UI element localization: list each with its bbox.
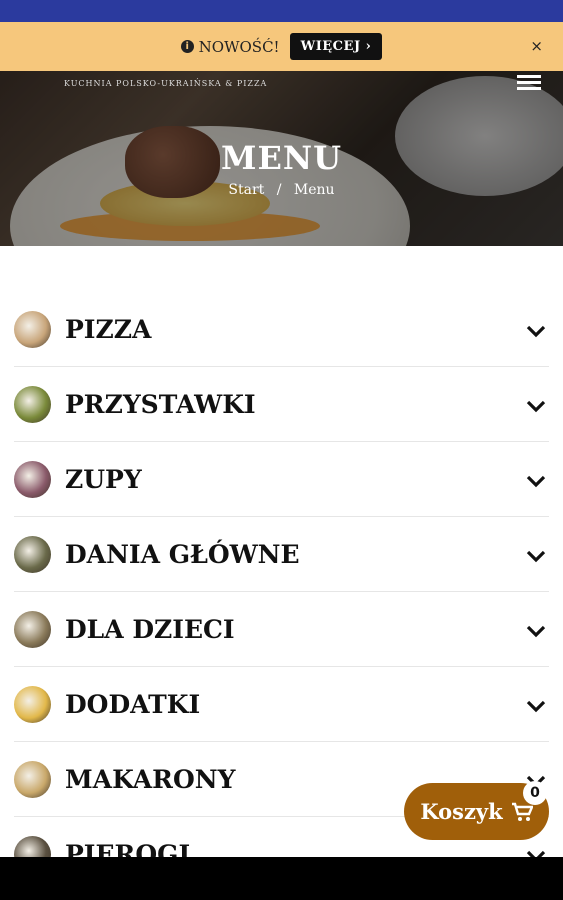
category-thumbnail bbox=[14, 685, 51, 723]
category-thumbnail bbox=[14, 610, 51, 648]
cart-icon bbox=[511, 802, 533, 821]
menu-category-row[interactable]: DODATKI bbox=[14, 667, 549, 742]
system-navigation-bar bbox=[0, 857, 563, 900]
chevron-down-icon[interactable] bbox=[525, 695, 547, 717]
category-thumbnail bbox=[14, 460, 51, 498]
category-thumbnail bbox=[14, 535, 51, 573]
category-thumbnail bbox=[14, 310, 51, 348]
promo-banner: i NOWOŚĆ! WIĘCEJ › × bbox=[0, 22, 563, 71]
category-label: DLA DZIECI bbox=[65, 614, 235, 644]
chevron-down-icon[interactable] bbox=[525, 320, 547, 342]
cart-label: Koszyk bbox=[420, 799, 503, 824]
breadcrumb: Start / Menu bbox=[0, 182, 563, 198]
category-label: PRZYSTAWKI bbox=[65, 389, 256, 419]
category-label: ZUPY bbox=[65, 464, 142, 494]
breadcrumb-home-link[interactable]: Start bbox=[228, 182, 264, 198]
menu-category-row[interactable]: PRZYSTAWKI bbox=[14, 367, 549, 442]
hamburger-menu-icon[interactable] bbox=[517, 75, 541, 93]
chevron-down-icon[interactable] bbox=[525, 545, 547, 567]
hero-banner: KUCHNIA POLSKO-UKRAIŃSKA & PIZZA MENU St… bbox=[0, 71, 563, 246]
breadcrumb-separator: / bbox=[276, 182, 282, 198]
category-label: PIZZA bbox=[65, 314, 152, 344]
more-button[interactable]: WIĘCEJ › bbox=[289, 33, 383, 60]
category-thumbnail bbox=[14, 760, 51, 798]
brand-logo[interactable]: KUCHNIA POLSKO-UKRAIŃSKA & PIZZA bbox=[64, 79, 267, 88]
status-bar bbox=[0, 0, 563, 22]
chevron-down-icon[interactable] bbox=[525, 395, 547, 417]
menu-category-row[interactable]: ZUPY bbox=[14, 442, 549, 517]
breadcrumb-current: Menu bbox=[293, 182, 335, 198]
category-label: MAKARONY bbox=[65, 764, 236, 794]
chevron-down-icon[interactable] bbox=[525, 470, 547, 492]
menu-category-row[interactable]: PIZZA bbox=[14, 292, 549, 367]
close-icon[interactable]: × bbox=[530, 37, 543, 55]
info-icon: i bbox=[180, 40, 194, 53]
cart-count-badge: 0 bbox=[523, 781, 547, 805]
cart-button[interactable]: Koszyk 0 bbox=[404, 781, 549, 840]
category-label: DODATKI bbox=[65, 689, 201, 719]
menu-category-row[interactable]: DLA DZIECI bbox=[14, 592, 549, 667]
category-label: DANIA GŁÓWNE bbox=[65, 539, 300, 569]
chevron-down-icon[interactable] bbox=[525, 620, 547, 642]
menu-category-row[interactable]: DANIA GŁÓWNE bbox=[14, 517, 549, 592]
promo-label: NOWOŚĆ! bbox=[198, 37, 280, 56]
page-title: MENU bbox=[221, 139, 342, 177]
category-thumbnail bbox=[14, 385, 51, 423]
